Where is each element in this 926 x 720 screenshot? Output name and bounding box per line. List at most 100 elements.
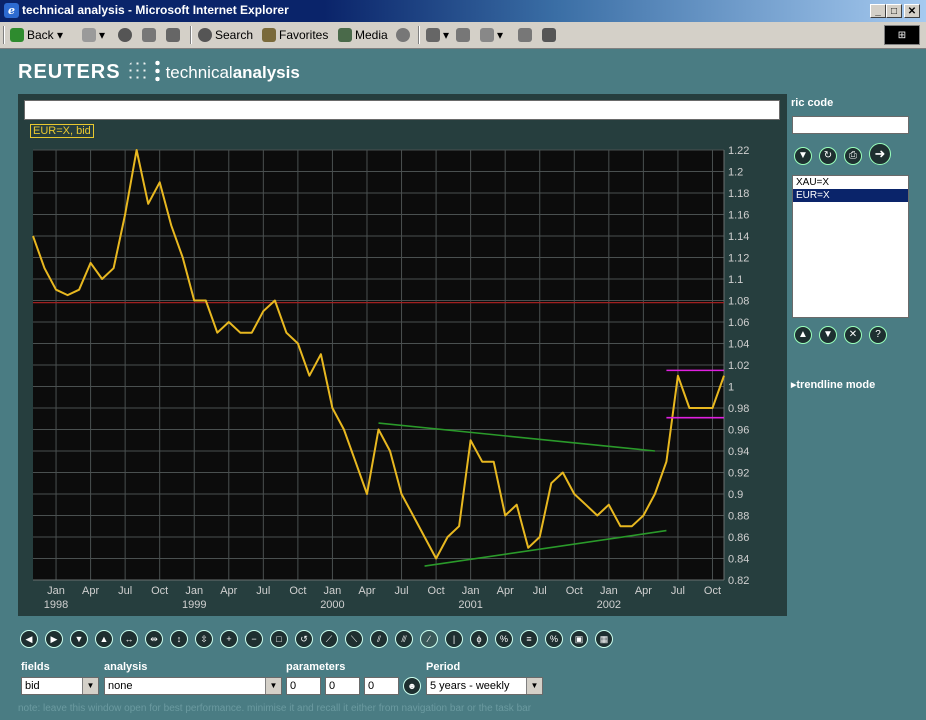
close-button[interactable]: ✕	[904, 4, 920, 18]
x-tick-label: Jul	[671, 585, 685, 597]
zoom-in-button[interactable]: +	[220, 630, 238, 648]
scroll-down-button[interactable]: ▼	[70, 630, 88, 648]
trendline-tool-1[interactable]: ⟋	[320, 630, 338, 648]
chevron-down-icon: ▼	[74, 634, 84, 644]
levels-tool[interactable]: ≡	[520, 630, 538, 648]
table-button[interactable]: ▦	[595, 630, 613, 648]
home-button[interactable]	[166, 26, 183, 44]
back-button[interactable]: Back ▾	[10, 26, 63, 44]
scroll-right-button[interactable]: ▶	[45, 630, 63, 648]
percent-change-tool[interactable]: %	[545, 630, 563, 648]
maximize-button[interactable]: □	[886, 4, 902, 18]
channel-tool-1[interactable]: ⫽	[370, 630, 388, 648]
messenger-icon	[542, 28, 556, 42]
compress-vertical-button[interactable]: ⇳	[195, 630, 213, 648]
media-label: Media	[355, 28, 388, 42]
media-icon	[338, 28, 352, 42]
ric-list-item-selected[interactable]: EUR=X	[793, 189, 908, 202]
analysis-select[interactable]: none ▼	[104, 677, 282, 695]
search-button[interactable]: Search	[198, 26, 253, 44]
reuters-dots-icon	[126, 60, 149, 82]
channel-tool-2[interactable]: ⫻	[395, 630, 413, 648]
line-tool-active[interactable]: ∕	[420, 630, 438, 648]
chevron-down-icon: ▼	[526, 678, 542, 694]
mail-button[interactable]: ▾	[426, 26, 449, 44]
trendline-tool-2[interactable]: ⟍	[345, 630, 363, 648]
ric-refresh-button[interactable]: ↻	[819, 147, 837, 165]
scroll-left-button[interactable]: ◀	[20, 630, 38, 648]
parameter-1-input[interactable]: 0	[286, 677, 321, 695]
y-tick-label: 0.9	[728, 489, 743, 501]
brand-technical: technical	[165, 63, 233, 82]
minimize-button[interactable]: _	[870, 4, 886, 18]
x-tick-year: 2002	[597, 599, 621, 611]
history-button[interactable]	[396, 26, 413, 44]
home-icon	[166, 28, 180, 42]
fit-button[interactable]: □	[270, 630, 288, 648]
compress-horizontal-button[interactable]: ⇹	[145, 630, 163, 648]
expand-vertical-button[interactable]: ↕	[170, 630, 188, 648]
x-tick-label: Oct	[428, 585, 445, 597]
ric-print-button[interactable]: ⎙	[844, 147, 862, 165]
discuss-button[interactable]	[518, 26, 535, 44]
history-icon	[396, 28, 410, 42]
period-select[interactable]: 5 years - weekly ▼	[426, 677, 543, 695]
vertical-line-tool[interactable]: |	[445, 630, 463, 648]
apply-button[interactable]: ☻	[403, 677, 421, 695]
stop-button[interactable]	[118, 26, 135, 44]
x-tick-label: Jan	[185, 585, 203, 597]
zoom-in-icon: +	[226, 634, 232, 644]
fields-select[interactable]: bid ▼	[21, 677, 99, 695]
percent-tool[interactable]: %	[495, 630, 513, 648]
x-tick-label: Jan	[47, 585, 65, 597]
close-icon: ✕	[848, 329, 858, 340]
smiley-icon: ☻	[407, 681, 417, 691]
list-up-button[interactable]: ▲	[794, 326, 812, 344]
list-remove-button[interactable]: ✕	[844, 326, 862, 344]
fibonacci-tool[interactable]: ϕ	[470, 630, 488, 648]
y-tick-label: 1.08	[728, 296, 749, 308]
edit-button[interactable]: ▾	[480, 26, 503, 44]
price-chart[interactable]: 0.82 0.84 0.86 0.88 0.9 0.92 0.94 0.96 0.98 1 1.02…	[18, 94, 787, 616]
x-tick-label: Jul	[118, 585, 132, 597]
print-button[interactable]	[456, 26, 473, 44]
chart-title-input[interactable]	[24, 100, 780, 120]
ric-go-button[interactable]: ➜	[869, 143, 891, 165]
ric-list[interactable]: XAU=X EUR=X	[792, 175, 909, 318]
toolbar-separator	[190, 26, 192, 44]
x-tick-year: 2001	[458, 599, 482, 611]
ric-down-button[interactable]: ▼	[794, 147, 812, 165]
percent-icon: %	[499, 634, 508, 644]
ric-list-item[interactable]: XAU=X	[793, 176, 908, 189]
x-tick-year: 1999	[182, 599, 206, 611]
search-icon	[198, 28, 212, 42]
brand-analysis: analysis	[232, 63, 300, 82]
y-tick-label: 1.12	[728, 253, 749, 265]
save-button[interactable]: ▣	[570, 630, 588, 648]
reset-button[interactable]: ↺	[295, 630, 313, 648]
x-tick-label: Apr	[358, 585, 375, 597]
analysis-value: none	[108, 680, 133, 692]
list-down-button[interactable]: ▼	[819, 326, 837, 344]
media-button[interactable]: Media	[338, 26, 388, 44]
messenger-button[interactable]	[542, 26, 559, 44]
line-icon: ∕	[428, 634, 430, 644]
favorites-button[interactable]: Favorites	[262, 26, 328, 44]
dots-bar-icon	[154, 59, 160, 83]
scroll-up-button[interactable]: ▲	[95, 630, 113, 648]
ric-code-input[interactable]	[792, 116, 909, 134]
forward-button[interactable]: ▾	[82, 26, 105, 44]
parameter-3-input[interactable]: 0	[364, 677, 399, 695]
analysis-label: analysis	[104, 661, 148, 673]
y-tick-label: 1.2	[728, 167, 743, 179]
refresh-button[interactable]	[142, 26, 159, 44]
zoom-out-button[interactable]: −	[245, 630, 263, 648]
x-tick-label: Apr	[497, 585, 514, 597]
y-tick-label: 1.22	[728, 145, 749, 157]
help-button[interactable]: ?	[869, 326, 887, 344]
x-tick-label: Jan	[462, 585, 480, 597]
parameter-2-input[interactable]: 0	[325, 677, 360, 695]
expand-horizontal-button[interactable]: ↔	[120, 630, 138, 648]
trendline-mode-link[interactable]: ▶trendline mode	[791, 379, 875, 391]
x-tick-label: Apr	[82, 585, 99, 597]
